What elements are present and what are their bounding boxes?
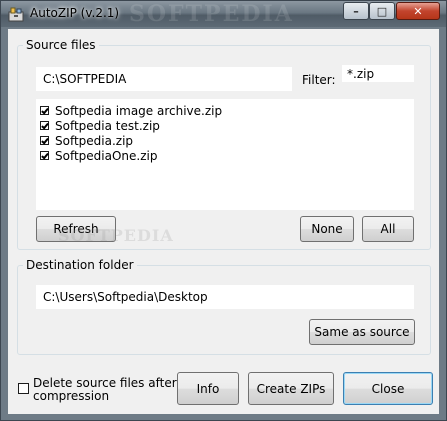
filter-field[interactable]: *.zip: [342, 65, 414, 82]
source-path-field[interactable]: C:\SOFTPEDIA: [36, 67, 292, 91]
source-files-label: Source files: [23, 38, 99, 52]
file-checkbox[interactable]: [40, 121, 49, 130]
same-as-source-button[interactable]: Same as source: [309, 319, 415, 345]
client-area: Source files C:\SOFTPEDIA Filter: *.zip …: [8, 29, 439, 414]
list-item[interactable]: SoftpediaOne.zip: [40, 148, 157, 163]
destination-folder-label: Destination folder: [23, 258, 137, 272]
file-name: Softpedia test.zip: [55, 118, 160, 133]
destination-folder-group: Destination folder C:\Users\Softpedia\De…: [17, 258, 431, 355]
autozip-window: AutoZIP (v.2.1) SOFTPEDIA – □ ✕ Source f…: [0, 0, 447, 421]
list-item[interactable]: Softpedia test.zip: [40, 118, 160, 133]
list-item[interactable]: Softpedia image archive.zip: [40, 103, 222, 118]
source-files-group: Source files C:\SOFTPEDIA Filter: *.zip …: [17, 38, 431, 250]
delete-source-label: Delete source files after: [33, 376, 177, 390]
maximize-button[interactable]: □: [369, 2, 395, 20]
source-file-list: Softpedia image archive.zip Softpedia te…: [36, 99, 414, 210]
file-name: Softpedia.zip: [55, 133, 134, 148]
create-zips-button[interactable]: Create ZIPs: [248, 372, 334, 405]
close-icon: ✕: [413, 4, 423, 18]
file-checkbox[interactable]: [40, 106, 49, 115]
destination-path-field[interactable]: C:\Users\Softpedia\Desktop: [36, 285, 414, 309]
filter-label: Filter:: [302, 73, 336, 87]
list-item[interactable]: Softpedia.zip: [40, 133, 133, 148]
delete-source-label-cont: compression: [33, 389, 110, 403]
info-button[interactable]: Info: [177, 372, 239, 405]
file-name: SoftpediaOne.zip: [55, 148, 158, 163]
minimize-button[interactable]: –: [343, 2, 369, 20]
softpedia-watermark-small: SOFTPEDIA: [58, 226, 174, 245]
delete-source-checkbox[interactable]: [18, 383, 29, 394]
close-button[interactable]: Close: [343, 372, 433, 405]
file-name: Softpedia image archive.zip: [55, 103, 223, 118]
window-title: AutoZIP (v.2.1): [30, 6, 120, 20]
title-bar[interactable]: AutoZIP (v.2.1) SOFTPEDIA – □ ✕: [1, 1, 446, 27]
file-checkbox[interactable]: [40, 151, 49, 160]
maximize-icon: □: [376, 4, 388, 18]
select-none-button[interactable]: None: [300, 216, 354, 242]
select-all-button[interactable]: All: [362, 216, 414, 242]
app-icon: [8, 7, 24, 22]
softpedia-watermark: SOFTPEDIA: [129, 1, 294, 27]
minimize-icon: –: [353, 4, 359, 18]
file-checkbox[interactable]: [40, 136, 49, 145]
close-window-button[interactable]: ✕: [396, 2, 440, 20]
